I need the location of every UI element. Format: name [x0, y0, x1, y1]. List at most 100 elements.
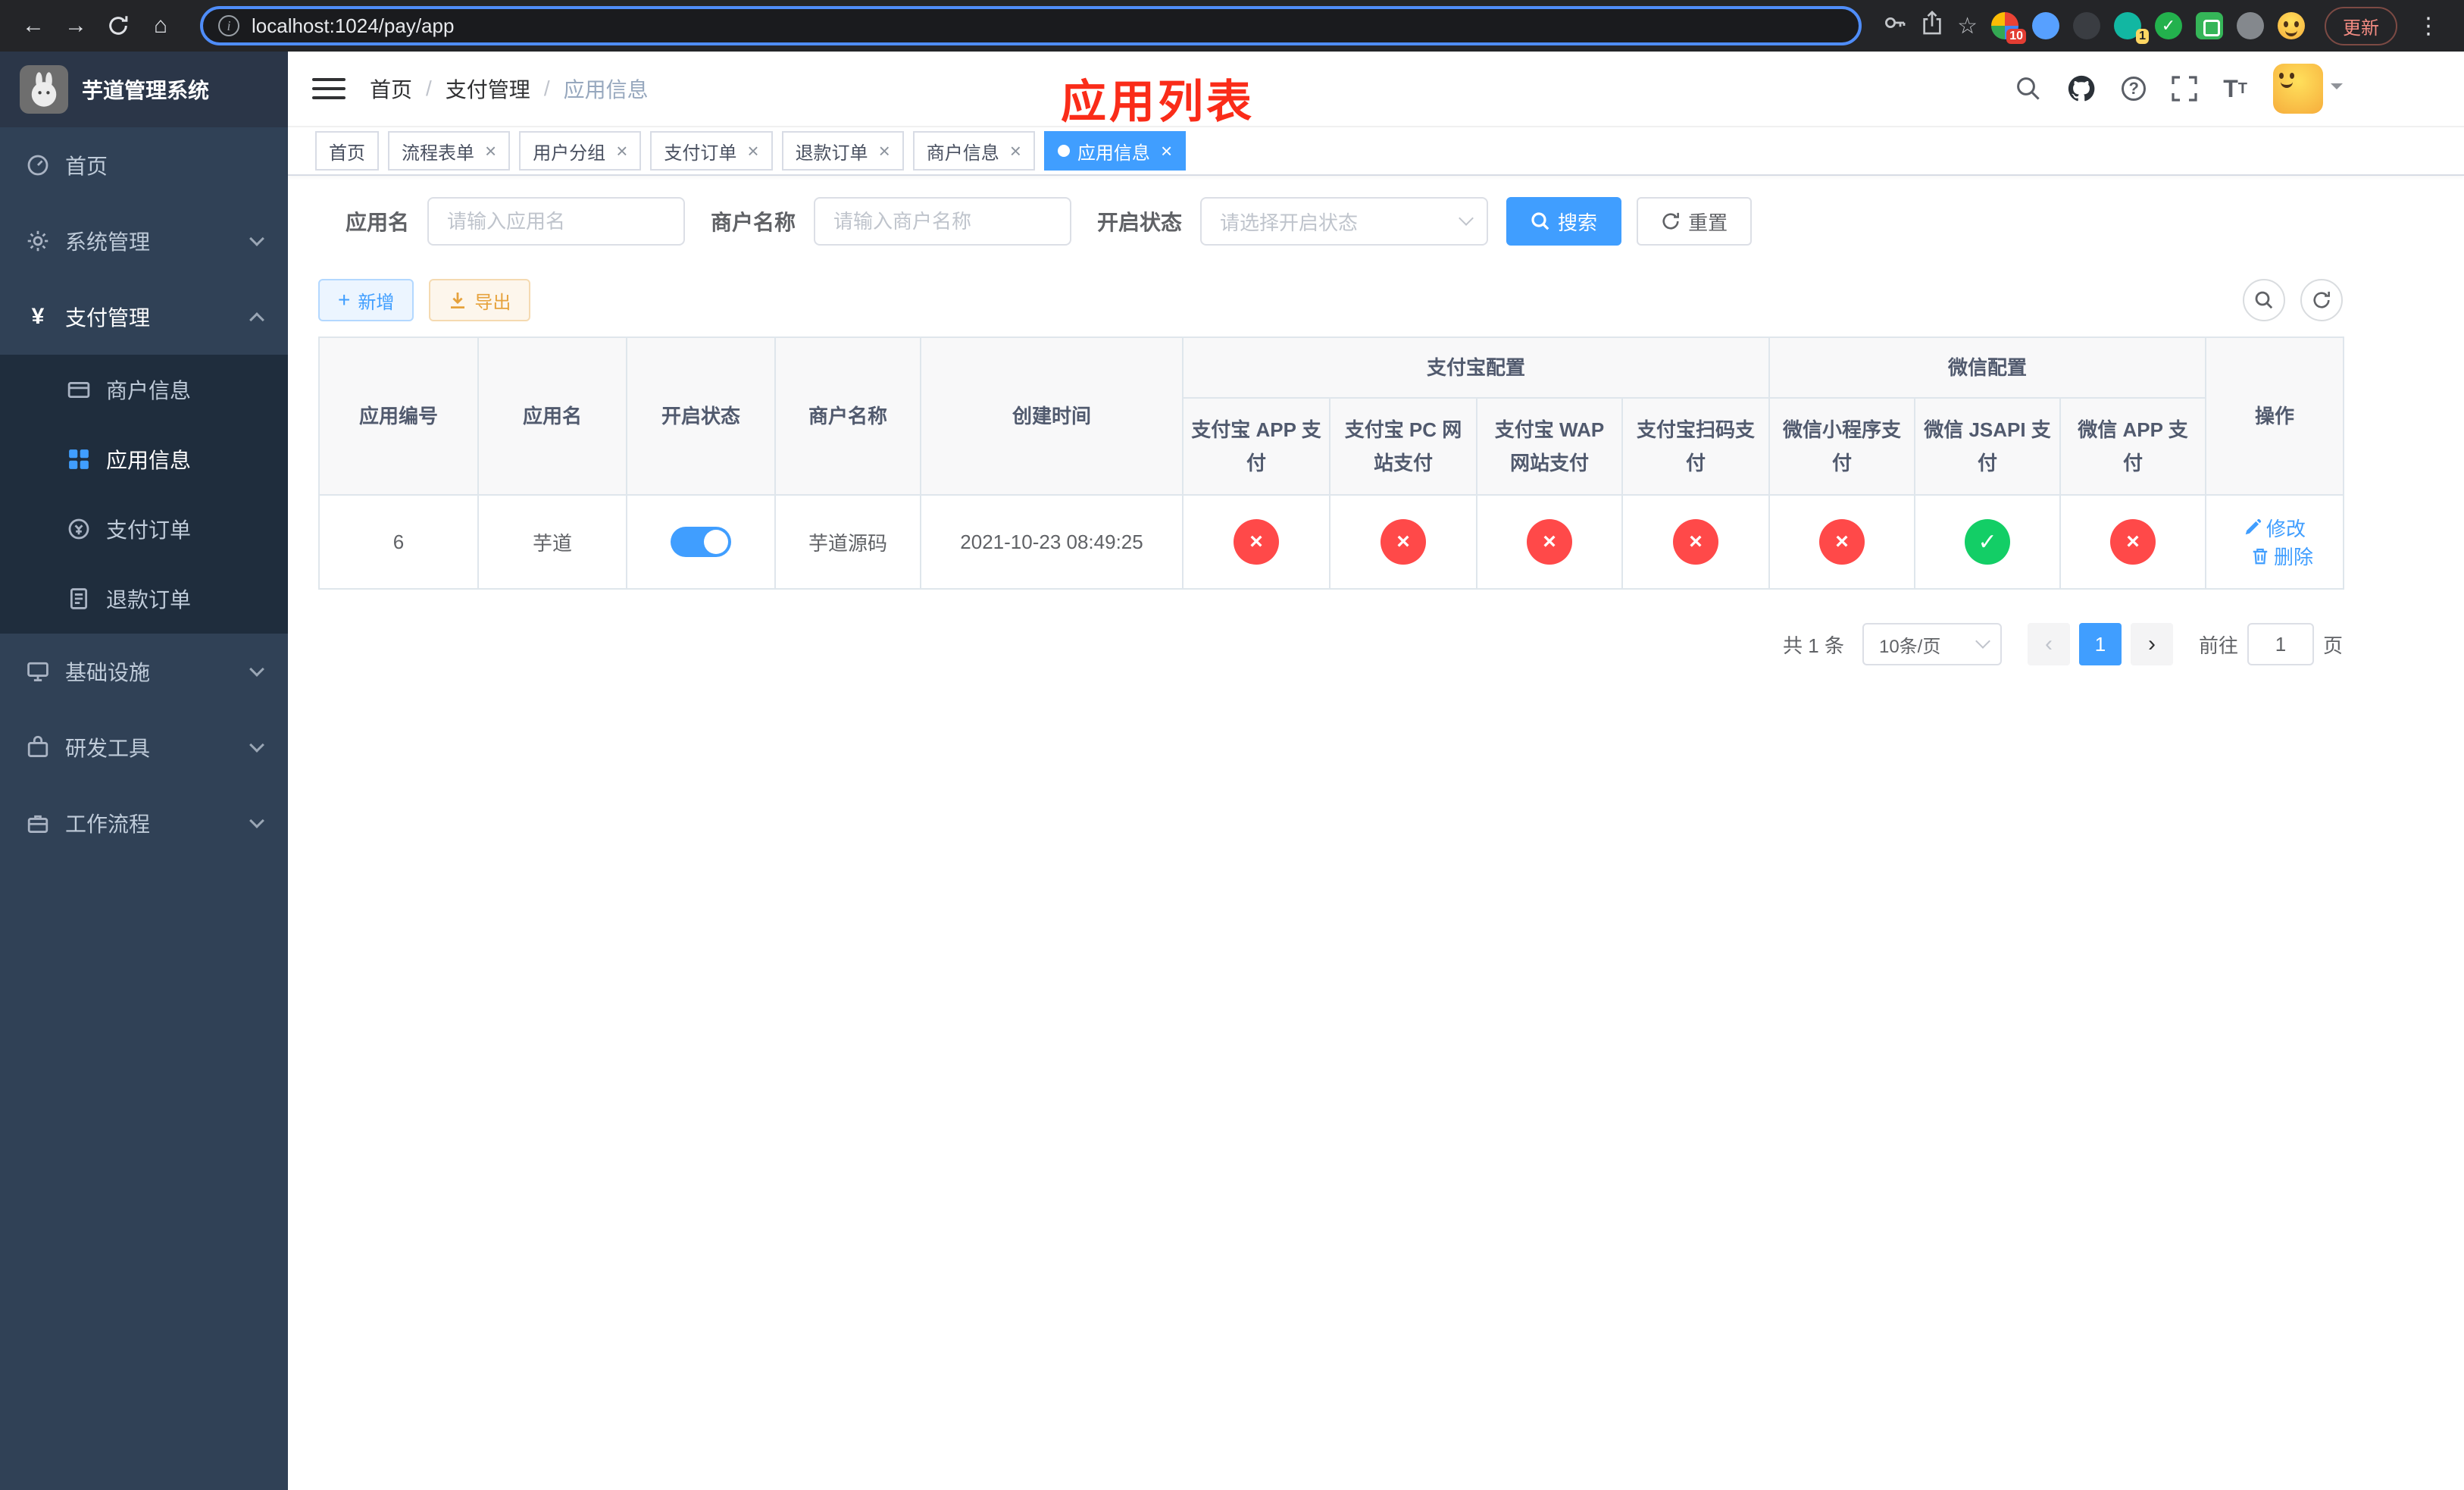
chevron-down-icon	[249, 813, 264, 828]
extension-icon-7[interactable]	[2237, 12, 2264, 39]
current-page[interactable]: 1	[2078, 623, 2122, 665]
toggle-search-button[interactable]	[2243, 279, 2285, 321]
sidebar-collapse-icon[interactable]	[312, 75, 346, 102]
monitor-icon	[26, 659, 50, 684]
extension-icon-3[interactable]	[2073, 12, 2100, 39]
add-button[interactable]: + 新增	[318, 279, 414, 321]
app-name-input[interactable]	[427, 197, 686, 246]
share-icon[interactable]	[1921, 11, 1943, 41]
breadcrumb-home[interactable]: 首页	[370, 74, 412, 104]
close-icon[interactable]: ×	[485, 141, 496, 161]
bookmark-star-icon[interactable]: ☆	[1957, 13, 1978, 39]
tab-user-group[interactable]: 用户分组 ×	[519, 131, 642, 171]
browser-menu-icon[interactable]: ⋮	[2411, 13, 2446, 39]
sidebar-item-merchant-info[interactable]: 商户信息	[0, 355, 288, 424]
extension-icon-1[interactable]: 10	[1991, 12, 2026, 44]
app-navbar: 首页 / 支付管理 / 应用信息 应用列表 ? T T	[288, 52, 2464, 127]
github-icon[interactable]	[2067, 74, 2096, 103]
refresh-button[interactable]	[2300, 279, 2343, 321]
caret-down-icon	[2331, 83, 2343, 95]
tab-process-form[interactable]: 流程表单 ×	[388, 131, 511, 171]
cell-merchant: 芋道源码	[774, 494, 921, 590]
page-unit-label: 页	[2322, 634, 2343, 657]
cell-app-id: 6	[318, 494, 479, 590]
dashboard-icon	[26, 153, 50, 177]
col-alipay-pc: 支付宝 PC 网站支付	[1329, 397, 1477, 496]
sidebar-item-infrastructure[interactable]: 基础设施	[0, 634, 288, 709]
sidebar-item-payment-orders[interactable]: 支付订单	[0, 494, 288, 564]
tab-payment-order[interactable]: 支付订单 ×	[650, 131, 773, 171]
browser-update-button[interactable]: 更新	[2325, 6, 2397, 45]
alipay-qr-status-icon: ×	[1673, 519, 1718, 565]
font-size-icon[interactable]: TT	[2223, 77, 2247, 101]
col-created: 创建时间	[920, 337, 1184, 496]
extension-icon-5[interactable]: ✓	[2155, 12, 2182, 39]
extension-badge: 10	[2006, 29, 2026, 44]
delete-link[interactable]: 删除	[2251, 542, 2313, 570]
col-alipay-qr: 支付宝扫码支付	[1621, 397, 1771, 496]
payment-submenu: 商户信息 应用信息 支付订单 退款订单	[0, 355, 288, 634]
group-wechat-config: 微信配置	[1768, 337, 2207, 399]
close-icon[interactable]: ×	[747, 141, 758, 161]
merchant-name-input[interactable]	[814, 197, 1072, 246]
edit-link[interactable]: 修改	[2244, 514, 2306, 542]
goto-page-input[interactable]	[2247, 623, 2314, 665]
site-info-icon[interactable]: i	[218, 15, 239, 36]
user-menu[interactable]	[2273, 64, 2343, 114]
yen-icon: ¥	[31, 304, 45, 329]
browser-reload-icon[interactable]	[100, 8, 136, 44]
browser-home-icon[interactable]: ⌂	[142, 8, 179, 44]
next-page-button[interactable]: ›	[2130, 623, 2173, 665]
sidebar-item-home[interactable]: 首页	[0, 127, 288, 203]
close-icon[interactable]: ×	[616, 141, 627, 161]
password-key-icon[interactable]	[1883, 11, 1907, 41]
alipay-app-status-icon: ×	[1234, 519, 1279, 565]
prev-page-button[interactable]: ‹	[2027, 623, 2070, 665]
plus-icon: +	[338, 288, 351, 311]
extension-icon-4[interactable]: 1	[2114, 12, 2149, 44]
sidebar-item-workflow[interactable]: 工作流程	[0, 785, 288, 861]
group-alipay-config: 支付宝配置	[1181, 337, 1771, 399]
status-select[interactable]: 请选择开启状态	[1200, 197, 1489, 246]
export-button[interactable]: 导出	[429, 279, 531, 321]
help-icon[interactable]: ?	[2122, 77, 2147, 101]
close-icon[interactable]: ×	[1010, 141, 1021, 161]
extension-icon-2[interactable]	[2032, 12, 2059, 39]
order-icon	[67, 517, 91, 541]
address-bar[interactable]: i localhost:1024/pay/app	[200, 6, 1862, 45]
search-button[interactable]: 搜索	[1506, 197, 1622, 246]
sidebar-item-refund-orders[interactable]: 退款订单	[0, 564, 288, 634]
sidebar-item-system-management[interactable]: 系统管理	[0, 203, 288, 279]
tab-app-info[interactable]: 应用信息 ×	[1043, 131, 1187, 171]
close-icon[interactable]: ×	[879, 141, 890, 161]
tab-home[interactable]: 首页	[315, 131, 379, 171]
sidebar-item-app-info[interactable]: 应用信息	[0, 424, 288, 494]
page-size-select[interactable]: 10条/页	[1862, 623, 2002, 665]
browser-toolbar-icons: ☆ 10 1 ✓ 更新 ⋮	[1883, 6, 2449, 45]
status-label: 开启状态	[1097, 211, 1183, 234]
fullscreen-icon[interactable]	[2172, 76, 2197, 102]
sidebar-item-dev-tools[interactable]: 研发工具	[0, 709, 288, 785]
merchant-name-label: 商户名称	[711, 211, 796, 234]
status-toggle[interactable]	[671, 527, 731, 557]
browser-back-icon[interactable]: ←	[15, 8, 52, 44]
col-wechat-app: 微信 APP 支付	[2059, 397, 2207, 496]
browser-forward-icon[interactable]: →	[58, 8, 94, 44]
sidebar-item-payment-management[interactable]: ¥ 支付管理	[0, 279, 288, 355]
breadcrumb-payment[interactable]: 支付管理	[446, 74, 530, 104]
tab-refund-order[interactable]: 退款订单 ×	[781, 131, 904, 171]
trash-icon	[2253, 548, 2268, 564]
reset-button[interactable]: 重置	[1637, 197, 1753, 246]
app-logo: 芋道管理系统	[0, 52, 288, 127]
browser-profile-avatar[interactable]	[2278, 12, 2305, 39]
extension-icon-6[interactable]	[2196, 12, 2223, 39]
col-wechat-jsapi: 微信 JSAPI 支付	[1914, 397, 2062, 496]
tab-merchant-info[interactable]: 商户信息 ×	[912, 131, 1035, 171]
col-merchant: 商户名称	[774, 337, 921, 496]
search-icon[interactable]	[2015, 76, 2041, 102]
chevron-down-icon	[1975, 634, 1990, 649]
chevron-down-icon	[249, 737, 264, 753]
app-name-label: 应用名	[346, 211, 410, 234]
close-icon[interactable]: ×	[1161, 141, 1172, 161]
user-avatar[interactable]	[2273, 64, 2323, 114]
